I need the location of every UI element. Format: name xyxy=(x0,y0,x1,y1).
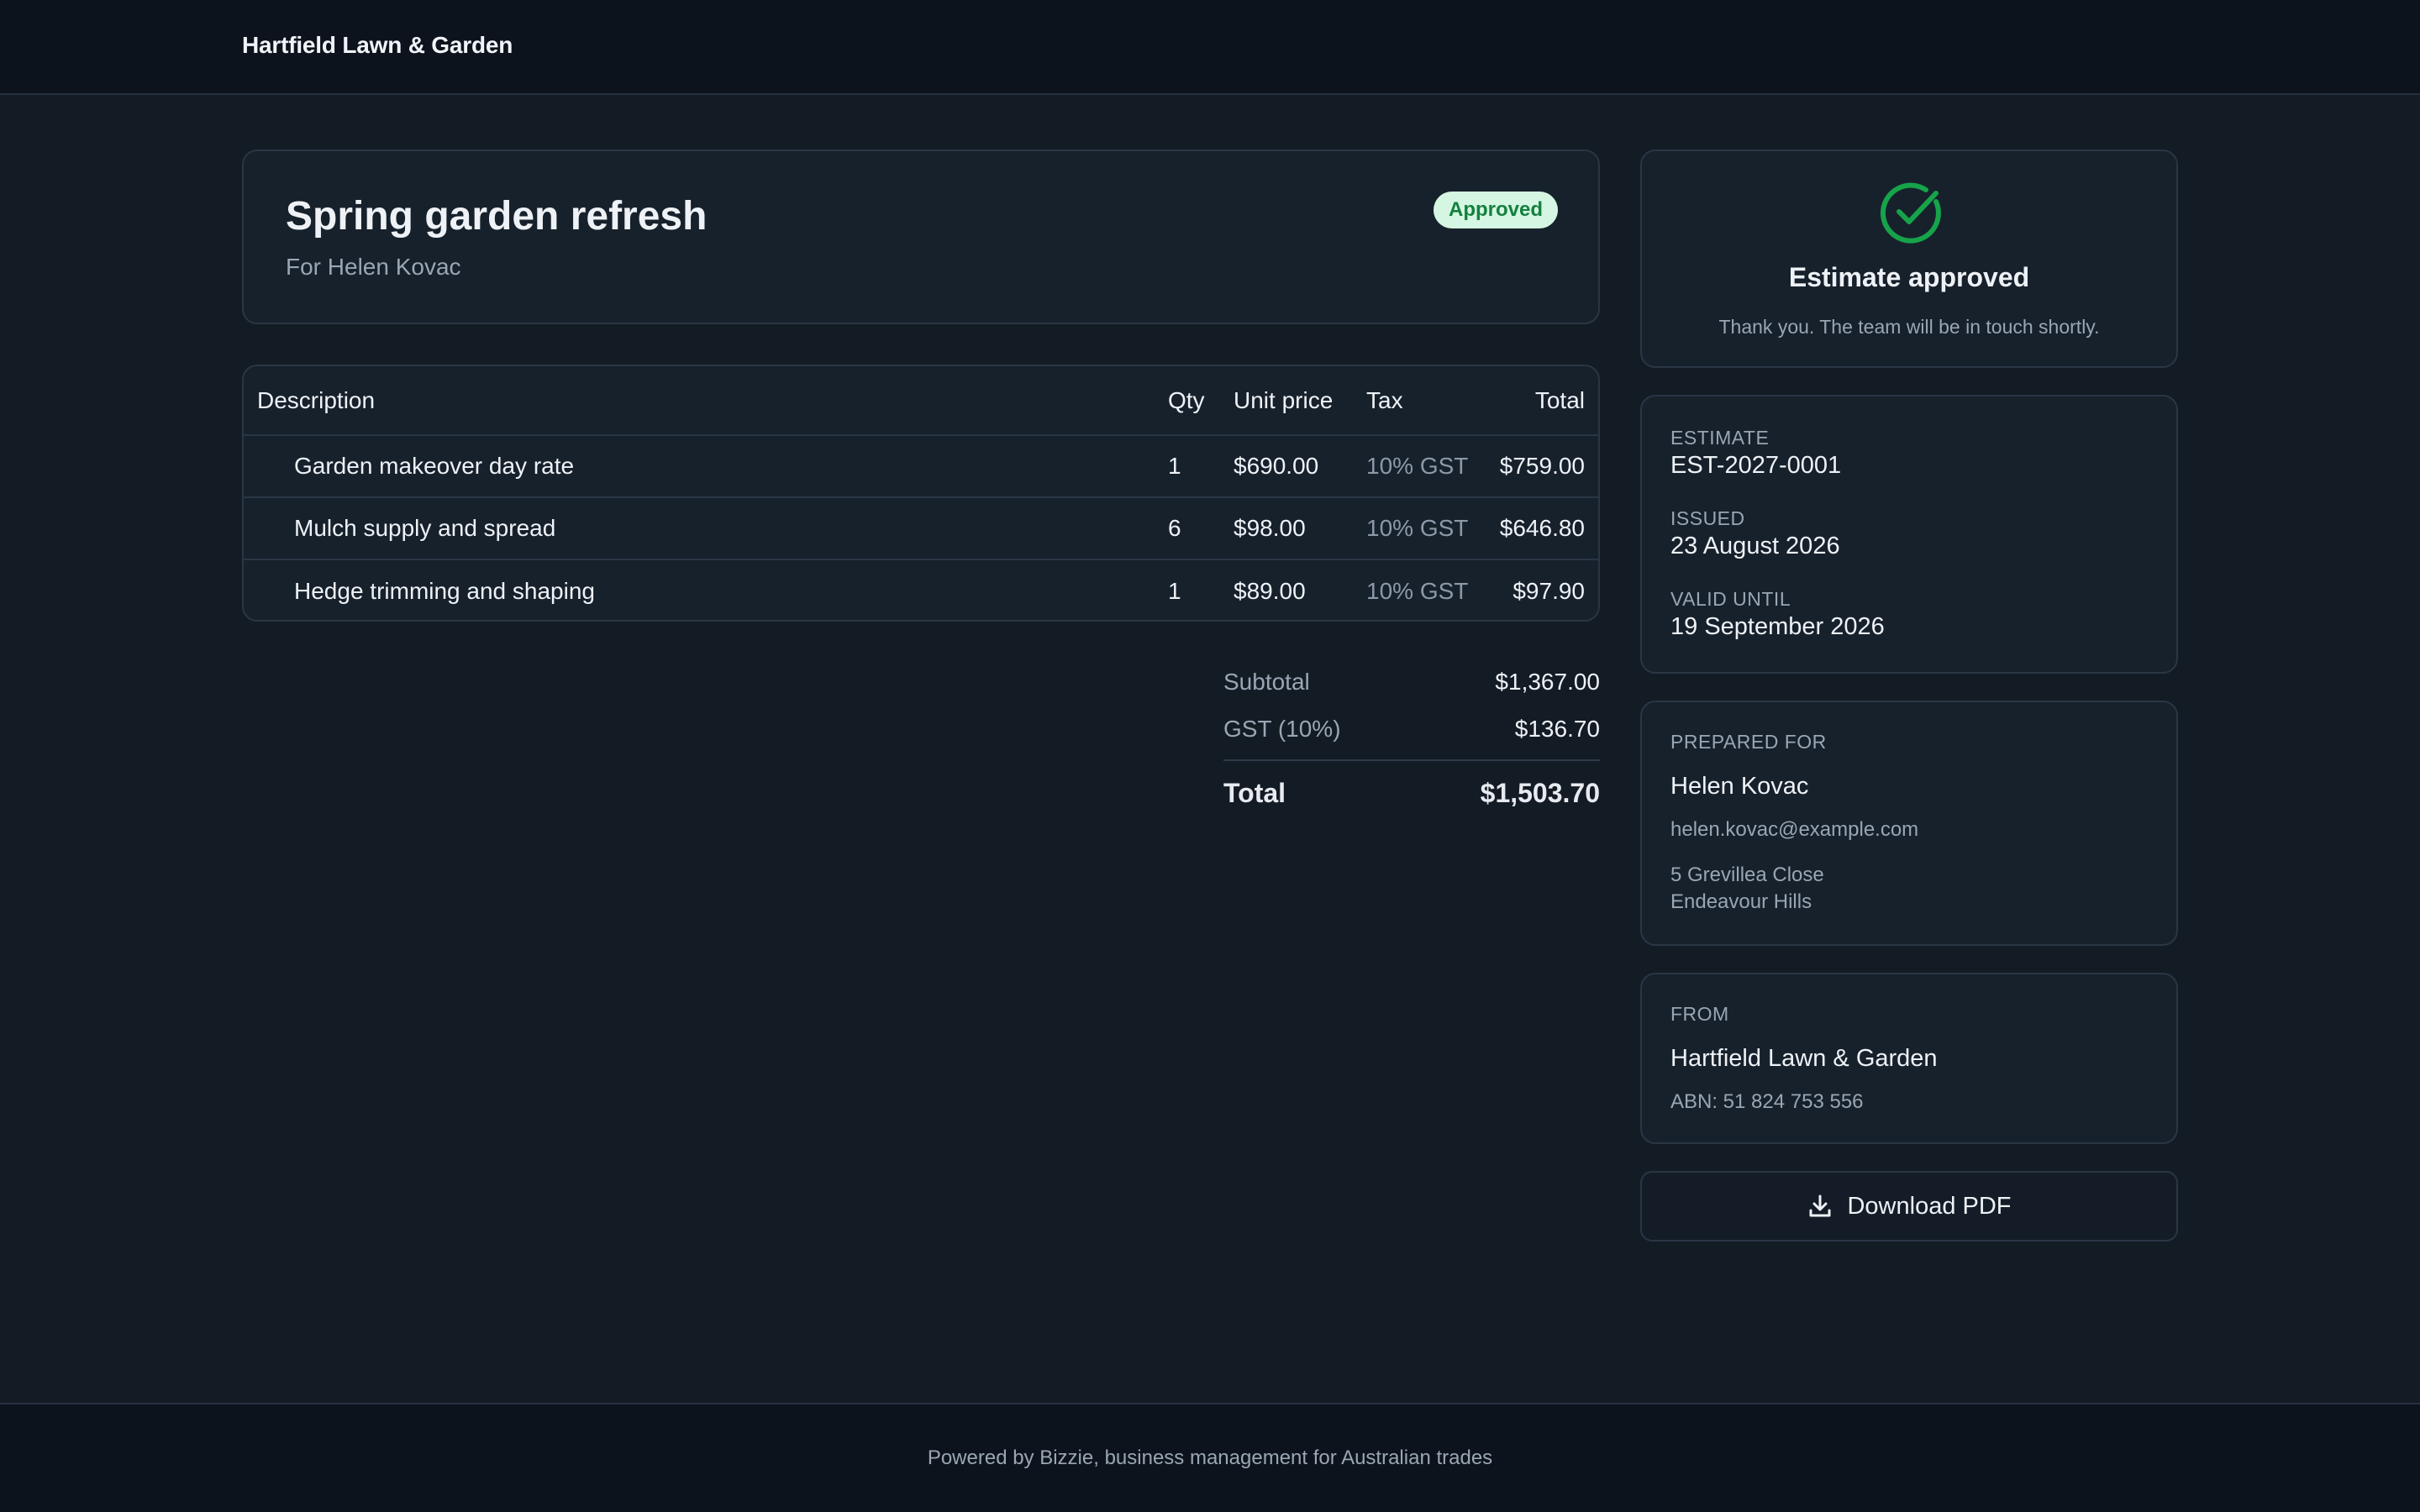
business-name: Hartfield Lawn & Garden xyxy=(1670,1045,1938,1072)
item-tax: 10% GST xyxy=(1366,497,1484,560)
download-pdf-button[interactable]: Download PDF xyxy=(1640,1171,2178,1242)
estimate-header-card: Spring garden refresh For Helen Kovac Ap… xyxy=(242,150,1600,324)
valid-until-date: 19 September 2026 xyxy=(1670,613,1885,640)
total-row: Total $1,503.70 xyxy=(1223,761,1600,825)
valid-until-label: VALID UNTIL xyxy=(1670,588,1791,610)
table-row: Garden makeover day rate 1 $690.00 10% G… xyxy=(244,435,1598,498)
client-email: helen.kovac@example.com xyxy=(1670,818,1919,841)
footer: Powered by Bizzie, business management f… xyxy=(0,1403,2420,1512)
download-icon xyxy=(1809,1194,1831,1217)
check-circle-icon xyxy=(1880,182,1941,244)
client-address-line2: Endeavour Hills xyxy=(1670,890,1812,913)
subtotal-label: Subtotal xyxy=(1223,669,1310,695)
status-badge: Approved xyxy=(1433,192,1558,228)
approval-message: Thank you. The team will be in touch sho… xyxy=(1718,316,2100,338)
gst-label: GST (10%) xyxy=(1223,716,1341,742)
estimate-number: EST-2027-0001 xyxy=(1670,452,1842,479)
table-row: Hedge trimming and shaping 1 $89.00 10% … xyxy=(244,559,1598,620)
issued-date: 23 August 2026 xyxy=(1670,533,1840,559)
column-header-unit-price: Unit price xyxy=(1234,366,1366,436)
issued-label: ISSUED xyxy=(1670,507,1745,529)
item-tax: 10% GST xyxy=(1366,435,1484,498)
from-card: FROM Hartfield Lawn & Garden ABN: 51 824… xyxy=(1640,973,2178,1144)
client-address-line1: 5 Grevillea Close xyxy=(1670,864,1824,886)
business-abn: ABN: 51 824 753 556 xyxy=(1670,1090,1864,1113)
item-unit-price: $98.00 xyxy=(1234,497,1366,560)
client-name: Helen Kovac xyxy=(1670,773,1809,800)
item-unit-price: $690.00 xyxy=(1234,435,1366,498)
download-pdf-label: Download PDF xyxy=(1847,1192,2012,1220)
column-header-tax: Tax xyxy=(1366,366,1484,436)
from-label: FROM xyxy=(1670,1003,1729,1025)
item-tax: 10% GST xyxy=(1366,577,1469,604)
client-line: For Helen Kovac xyxy=(286,254,461,280)
item-description: Mulch supply and spread xyxy=(244,497,1168,560)
column-header-qty: Qty xyxy=(1168,366,1234,436)
estimate-meta-card: ESTIMATE EST-2027-0001 ISSUED 23 August … xyxy=(1640,395,2178,674)
top-bar: Hartfield Lawn & Garden xyxy=(0,0,2420,95)
item-qty: 6 xyxy=(1168,497,1234,560)
approval-card: Estimate approved Thank you. The team wi… xyxy=(1640,150,2178,368)
total-label: Total xyxy=(1223,777,1286,808)
subtotal-row: Subtotal $1,367.00 xyxy=(1223,659,1600,706)
item-total: $646.80 xyxy=(1484,497,1598,560)
approval-title: Estimate approved xyxy=(1788,262,2030,292)
line-items-table: Description Qty Unit price Tax Total Gar… xyxy=(242,365,1600,622)
item-qty: 1 xyxy=(1168,577,1181,604)
gst-value: $136.70 xyxy=(1514,716,1600,742)
table-row: Mulch supply and spread 6 $98.00 10% GST… xyxy=(244,497,1598,560)
totals-summary: Subtotal $1,367.00 GST (10%) $136.70 Tot… xyxy=(1223,659,1600,825)
subtotal-value: $1,367.00 xyxy=(1495,669,1600,695)
footer-text: Powered by Bizzie, business management f… xyxy=(927,1446,1493,1469)
estimate-number-label: ESTIMATE xyxy=(1670,427,1770,449)
column-header-description: Description xyxy=(244,366,1168,436)
item-description: Hedge trimming and shaping xyxy=(294,577,595,604)
total-value: $1,503.70 xyxy=(1480,777,1600,808)
table-header-row: Description Qty Unit price Tax Total xyxy=(244,366,1598,436)
item-description: Garden makeover day rate xyxy=(244,435,1168,498)
page-title: Spring garden refresh xyxy=(286,194,708,239)
prepared-for-card: PREPARED FOR Helen Kovac helen.kovac@exa… xyxy=(1640,701,2178,946)
column-header-total: Total xyxy=(1484,366,1598,436)
item-unit-price: $89.00 xyxy=(1234,577,1306,604)
brand-name: Hartfield Lawn & Garden xyxy=(242,32,513,58)
item-qty: 1 xyxy=(1168,435,1234,498)
prepared-for-label: PREPARED FOR xyxy=(1670,731,1827,753)
item-total: $97.90 xyxy=(1512,577,1585,604)
gst-row: GST (10%) $136.70 xyxy=(1223,706,1600,753)
item-total: $759.00 xyxy=(1484,435,1598,498)
